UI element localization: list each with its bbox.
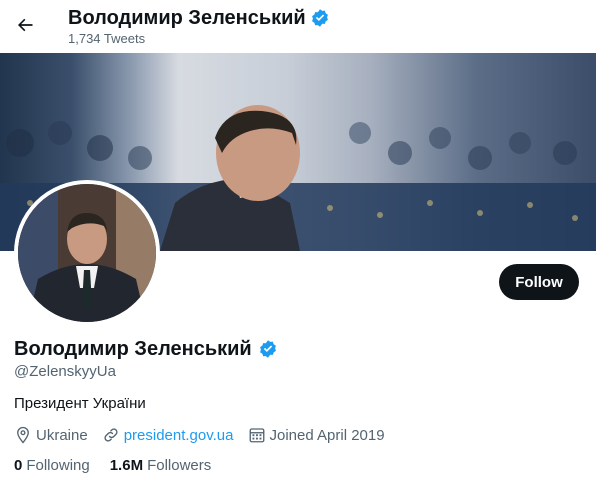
- profile-handle: @ZelenskyyUa: [14, 363, 116, 380]
- follow-button[interactable]: Follow: [499, 264, 579, 300]
- joined-text: Joined April 2019: [269, 426, 385, 444]
- joined-item: Joined April 2019: [248, 426, 385, 444]
- profile-display-name: Володимир Зеленський: [14, 338, 252, 360]
- profile-header-bar: Володимир Зеленський 1,734 Tweets: [0, 0, 596, 52]
- followers-link[interactable]: 1.6M Followers: [110, 457, 212, 474]
- verified-badge-icon: [259, 340, 276, 358]
- header-name: Володимир Зеленський: [68, 7, 306, 29]
- website-item: president.gov.ua: [102, 426, 234, 444]
- avatar-image: [18, 184, 156, 322]
- verified-badge-icon: [311, 9, 328, 27]
- location-item: Ukraine: [14, 426, 88, 444]
- follow-stats: 0 Following 1.6M Followers: [14, 457, 231, 474]
- calendar-icon: [248, 426, 266, 444]
- arrow-left-icon: [18, 18, 33, 32]
- tweet-count: 1,734 Tweets: [68, 31, 146, 46]
- following-count: 0: [14, 457, 23, 474]
- location-text: Ukraine: [36, 426, 88, 444]
- profile-meta: Ukraine president.gov.ua Joined April 20…: [14, 426, 399, 444]
- website-link[interactable]: president.gov.ua: [124, 427, 234, 444]
- followers-count: 1.6M: [109, 457, 144, 474]
- header-title: Володимир Зеленський: [68, 6, 330, 30]
- location-pin-icon: [14, 426, 32, 444]
- followers-label: Followers: [147, 457, 212, 474]
- following-link[interactable]: 0 Following: [14, 457, 90, 474]
- back-button[interactable]: [8, 8, 42, 42]
- profile-avatar[interactable]: [14, 180, 160, 326]
- following-label: Following: [26, 457, 90, 474]
- profile-bio: Президент України: [14, 395, 146, 412]
- profile-name: Володимир Зеленський: [14, 337, 278, 361]
- link-icon: [102, 426, 120, 444]
